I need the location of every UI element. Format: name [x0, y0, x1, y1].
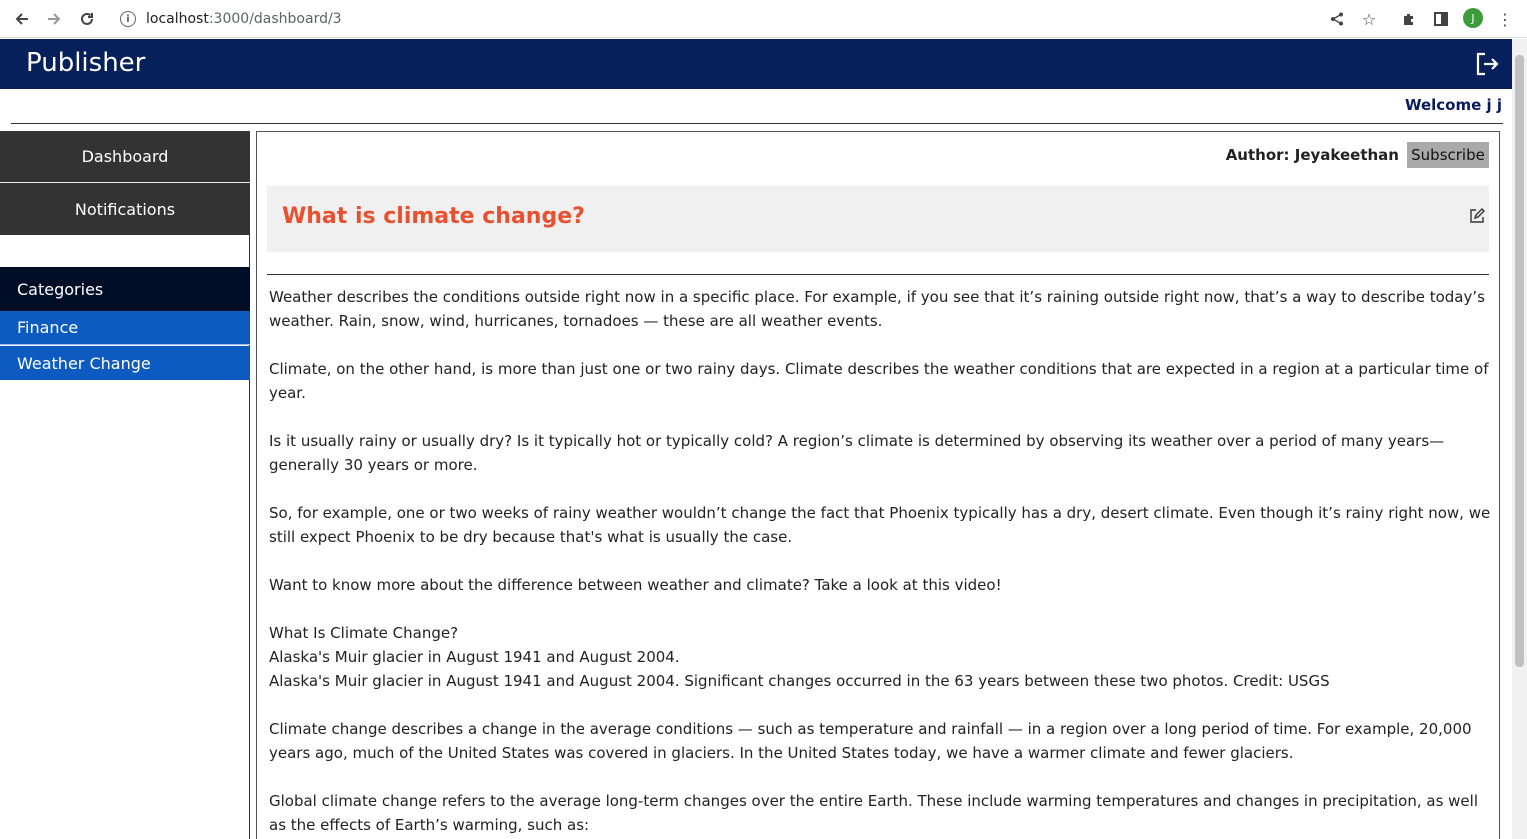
scrollbar-thumb[interactable] — [1515, 55, 1524, 667]
article-title: What is climate change? — [282, 204, 585, 229]
sidebar-item-dashboard[interactable]: Dashboard — [0, 131, 250, 183]
page-scrollbar[interactable] — [1512, 39, 1527, 839]
reload-icon[interactable] — [75, 7, 99, 31]
brand-title: Publisher — [26, 48, 146, 78]
browser-toolbar: i localhost:3000/dashboard/3 ☆ J ⋮ — [0, 0, 1527, 38]
url-path: :3000/dashboard/3 — [208, 11, 342, 27]
site-info-icon[interactable]: i — [120, 11, 136, 27]
address-bar[interactable]: i localhost:3000/dashboard/3 — [112, 5, 1312, 33]
article-paragraph: Climate change describes a change in the… — [269, 720, 1472, 762]
article-paragraph: Weather describes the conditions outside… — [269, 288, 1485, 330]
back-arrow-icon[interactable] — [10, 7, 34, 31]
sidebar-item-notifications[interactable]: Notifications — [0, 183, 250, 235]
profile-avatar[interactable]: J — [1463, 8, 1483, 28]
logout-icon[interactable] — [1475, 51, 1499, 77]
article-paragraph: Is it usually rainy or usually dry? Is i… — [269, 432, 1445, 474]
article-paragraph: Global climate change refers to the aver… — [269, 792, 1478, 834]
categories-header: Categories — [0, 267, 250, 311]
header-divider — [11, 123, 1503, 124]
share-icon[interactable] — [1327, 9, 1347, 29]
edit-icon[interactable] — [1469, 208, 1485, 224]
title-divider — [267, 274, 1489, 275]
article-body: Weather describes the conditions outside… — [269, 285, 1491, 839]
url-host: localhost — [146, 11, 209, 27]
article-panel: Author: Jeyakeethan Subscribe What is cl… — [256, 131, 1500, 839]
forward-arrow-icon[interactable] — [42, 7, 66, 31]
article-paragraph: Want to know more about the difference b… — [269, 576, 1002, 594]
article-paragraph: What Is Climate Change? Alaska's Muir gl… — [269, 624, 1330, 690]
category-item-finance[interactable]: Finance — [0, 311, 250, 345]
article-title-box: What is climate change? — [267, 186, 1489, 252]
side-panel-icon[interactable] — [1431, 9, 1451, 29]
star-icon[interactable]: ☆ — [1359, 9, 1379, 29]
article-paragraph: Climate, on the other hand, is more than… — [269, 360, 1489, 402]
welcome-row: Welcome j j — [0, 89, 1512, 124]
category-item-weather-change[interactable]: Weather Change — [0, 346, 250, 380]
app-header: Publisher — [0, 39, 1512, 89]
sidebar: Dashboard Notifications Categories Finan… — [0, 131, 250, 839]
subscribe-button[interactable]: Subscribe — [1407, 142, 1489, 168]
welcome-text: Welcome j j — [1404, 96, 1502, 114]
article-paragraph: So, for example, one or two weeks of rai… — [269, 504, 1491, 546]
extensions-icon[interactable] — [1399, 9, 1419, 29]
author-label: Author: Jeyakeethan — [1225, 146, 1399, 164]
more-menu-icon[interactable]: ⋮ — [1495, 9, 1515, 29]
